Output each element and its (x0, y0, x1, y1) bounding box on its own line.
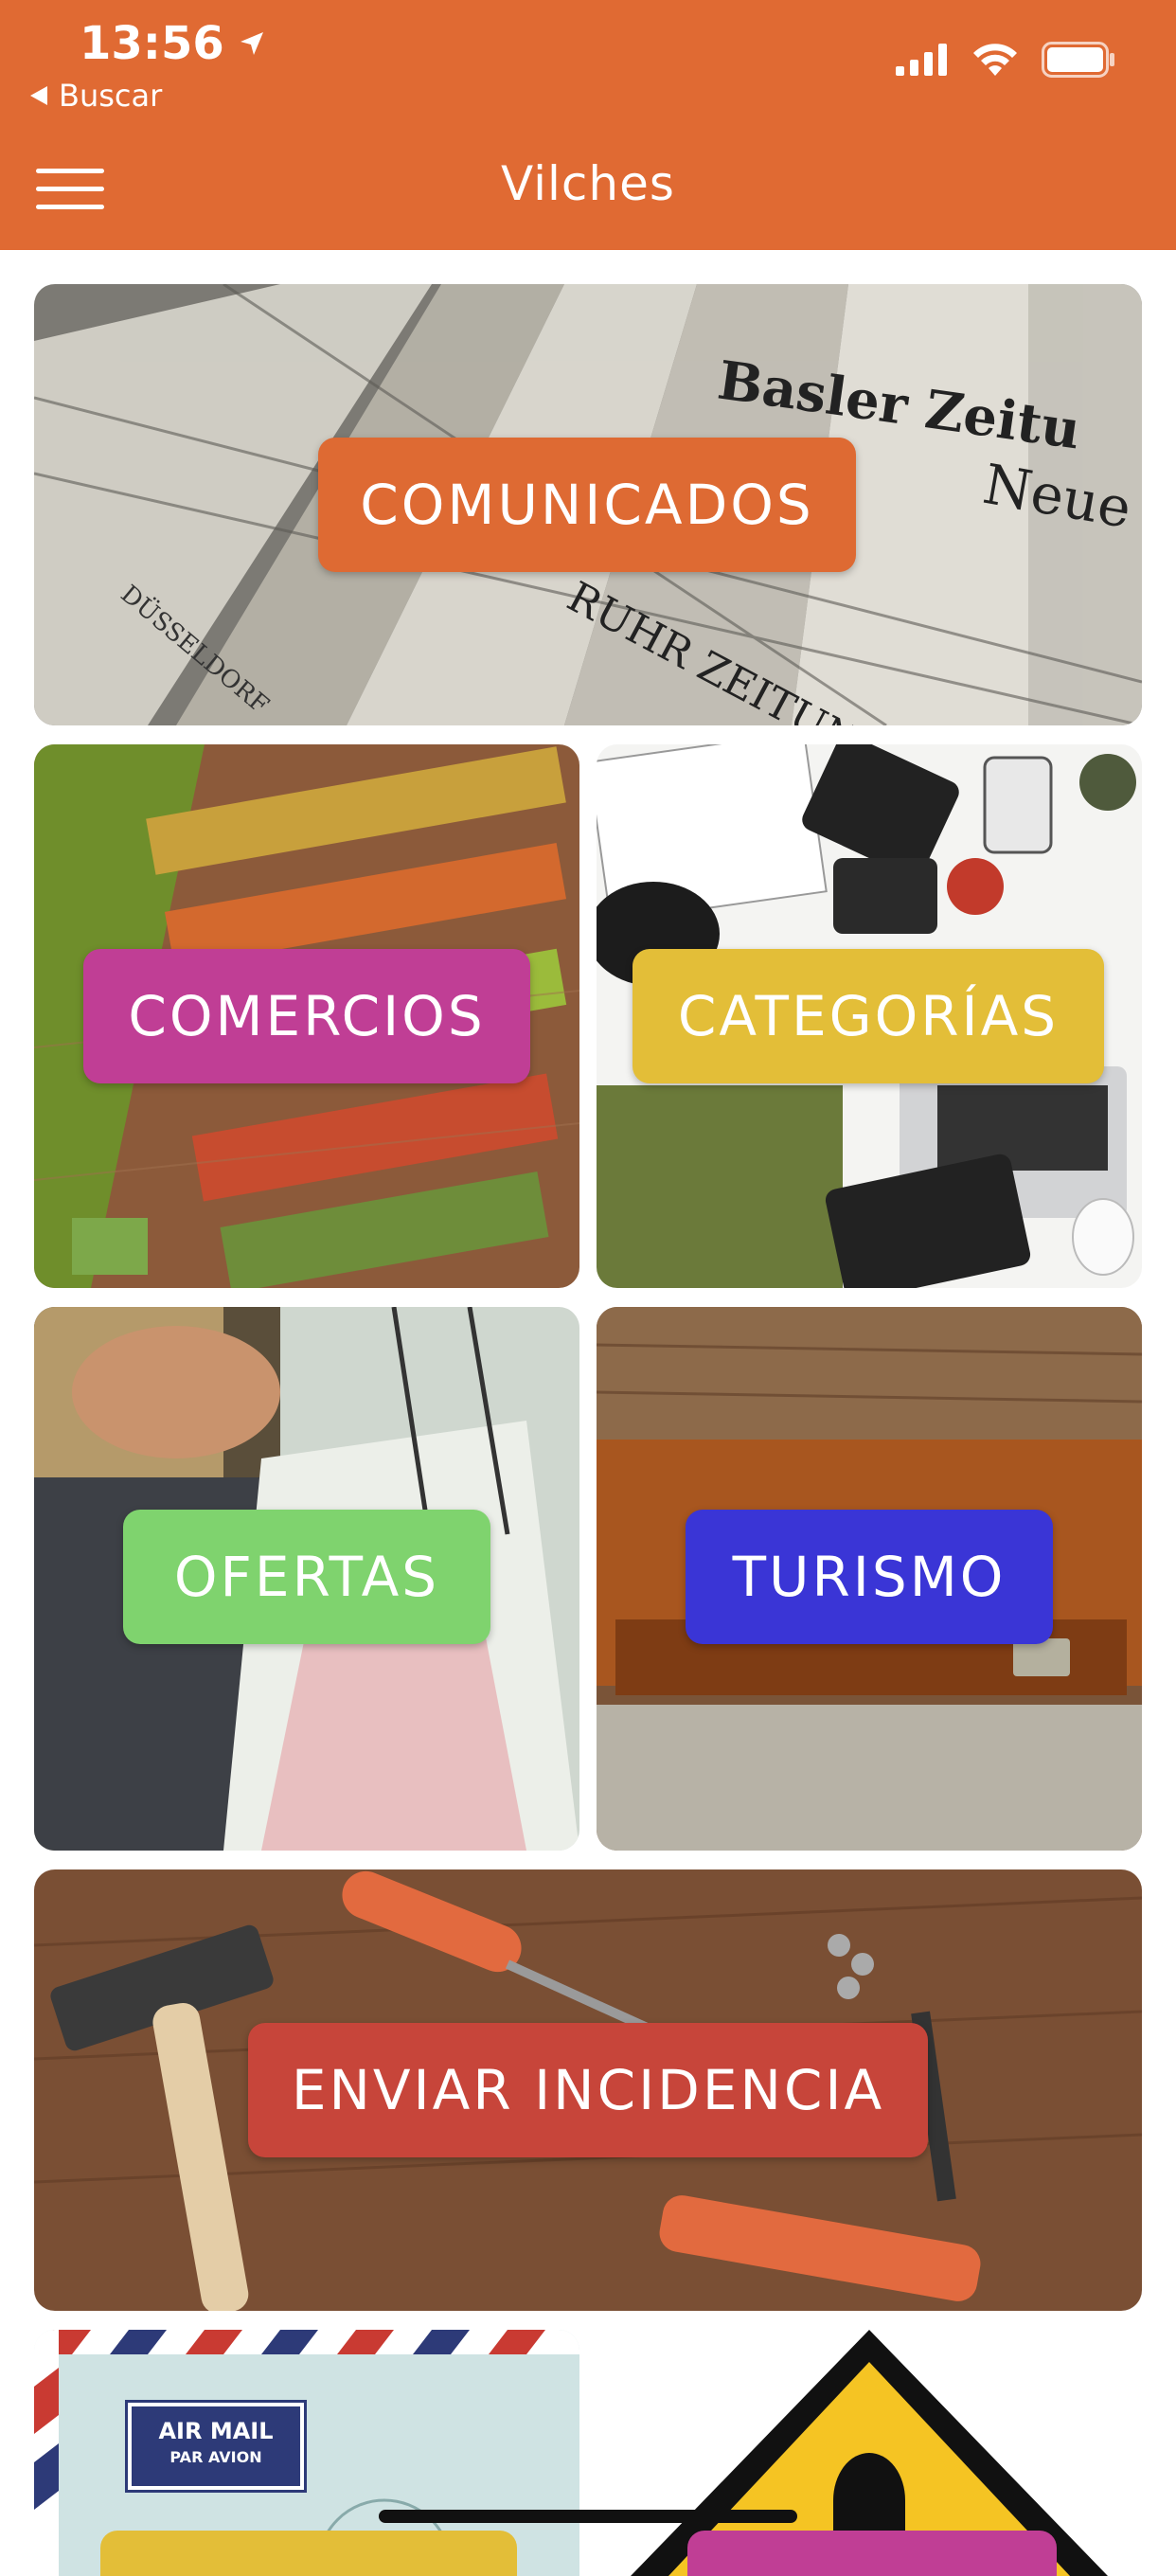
status-time: 13:56 (80, 17, 266, 70)
tile-comunicados[interactable]: Basler Zeitu Neue RUHR ZEITUNG DÜSSELDOR… (34, 284, 1142, 725)
location-arrow-icon (240, 32, 263, 55)
status-time-label: 13:56 (80, 17, 224, 70)
back-to-search-link[interactable]: Buscar (28, 78, 162, 114)
app-header: 13:56 Buscar Vilches (0, 0, 1176, 250)
tile-enviar-incidencia[interactable]: ENVIAR INCIDENCIA (34, 1869, 1142, 2311)
airmail-stamp: AIR MAIL PAR AVION (125, 2400, 307, 2493)
home-indicator[interactable] (379, 2510, 797, 2523)
comercios-button[interactable]: COMERCIOS (83, 949, 530, 1083)
categorias-button[interactable]: CATEGORÍAS (633, 949, 1104, 1083)
page-title: Vilches (501, 156, 675, 211)
battery-icon (1042, 42, 1114, 78)
wifi-icon (973, 44, 1017, 76)
tile-turismo[interactable]: TURISMO (597, 1307, 1142, 1851)
airmail-stamp-line1: AIR MAIL (158, 2418, 274, 2444)
tile-warning[interactable] (597, 2330, 1142, 2576)
back-triangle-icon (30, 86, 47, 105)
warning-button-partial[interactable] (687, 2531, 1057, 2576)
tile-ofertas[interactable]: OFERTAS (34, 1307, 579, 1851)
airmail-button-partial[interactable] (100, 2531, 517, 2576)
cellular-signal-icon (896, 44, 947, 76)
tile-categorias[interactable]: CATEGORÍAS (597, 744, 1142, 1288)
tile-comercios[interactable]: COMERCIOS (34, 744, 579, 1288)
status-icons (896, 42, 1115, 78)
ofertas-button[interactable]: OFERTAS (123, 1510, 490, 1644)
tile-airmail[interactable]: AIR MAIL PAR AVION (34, 2330, 579, 2576)
airmail-stamp-line2: PAR AVION (169, 2448, 262, 2466)
back-label: Buscar (59, 78, 163, 114)
enviar-incidencia-button[interactable]: ENVIAR INCIDENCIA (248, 2023, 928, 2157)
comunicados-button[interactable]: COMUNICADOS (318, 438, 856, 572)
turismo-button[interactable]: TURISMO (686, 1510, 1053, 1644)
